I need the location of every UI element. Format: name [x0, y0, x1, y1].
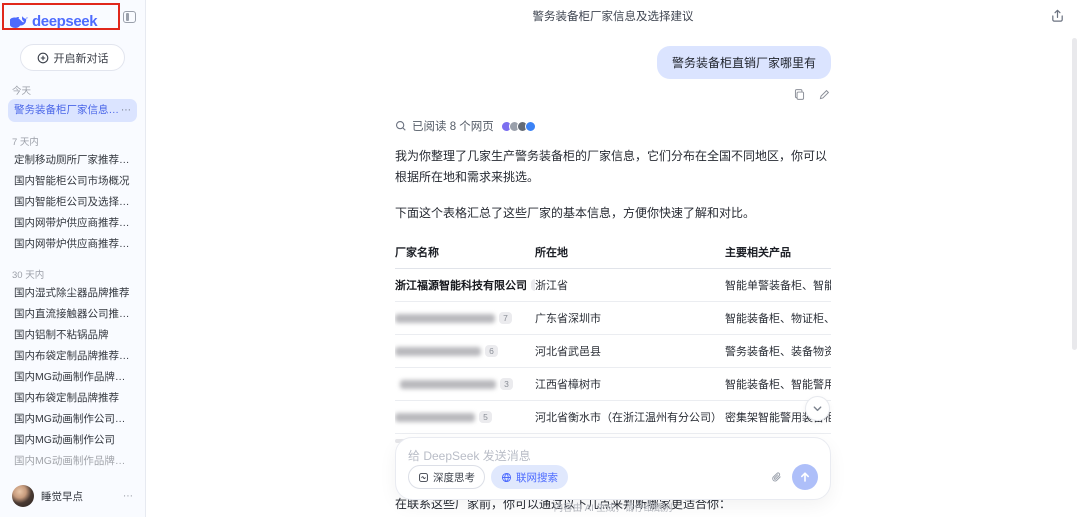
globe-icon	[501, 472, 512, 483]
vendor-products: 警务装备柜、装备物资柜等	[725, 335, 831, 368]
chevron-down-icon	[812, 403, 823, 414]
vendor-name: 浙江福源智能科技有限公司	[395, 280, 527, 292]
redacted-vendor-name	[395, 347, 481, 356]
deepseek-whale-icon[interactable]	[10, 14, 29, 29]
history-item[interactable]: 国内铝制不粘锅品牌	[8, 325, 137, 346]
history-item[interactable]: 国内布袋定制品牌推荐及选择指南	[8, 346, 137, 367]
history-section-label: 7 天内	[12, 134, 133, 148]
new-chat-button[interactable]: 开启新对话	[20, 44, 125, 71]
history-item-label: 警务装备柜厂家信息及选择建议	[14, 99, 119, 122]
vendor-location: 浙江省	[535, 269, 725, 302]
column-header: 主要相关产品	[725, 236, 831, 269]
column-header: 所在地	[535, 236, 725, 269]
profile-name: 睡觉早点	[41, 489, 116, 504]
deep-think-icon	[418, 472, 429, 483]
history-item[interactable]: 国内MG动画制作公司	[8, 430, 137, 451]
deep-think-button[interactable]: 深度思考	[408, 465, 485, 489]
assistant-paragraph: 下面这个表格汇总了这些厂家的基本信息，方便你快速了解和对比。	[395, 203, 831, 224]
history-item[interactable]: 定制移动厕所厂家推荐及选择建议	[8, 150, 137, 171]
paperclip-icon[interactable]	[770, 471, 783, 484]
table-header-row: 厂家名称 所在地 主要相关产品	[395, 236, 831, 269]
scroll-to-bottom-button[interactable]	[805, 396, 830, 421]
history-item[interactable]: 国内MG动画制作品牌推荐	[8, 367, 137, 388]
history-item[interactable]: 国内网带炉供应商推荐及选择指南	[8, 234, 137, 255]
sources-read-row[interactable]: 已阅读 8 个网页	[395, 118, 831, 134]
chat-history-list: 今天 警务装备柜厂家信息及选择建议 ⋯ 7 天内 定制移动厕所厂家推荐及选择建议…	[0, 83, 145, 472]
read-status-text: 已阅读 8 个网页	[412, 118, 494, 134]
history-item[interactable]: 国内湿式除尘器品牌推荐	[8, 283, 137, 304]
deepseek-app: deepseek 开启新对话 今天 警务装备柜厂家信息及选择建议 ⋯ 7 天内 …	[0, 0, 1080, 517]
main-area: 警务装备柜厂家信息及选择建议 警务装备柜直销厂家哪里有	[146, 0, 1080, 517]
topbar: 警务装备柜厂家信息及选择建议	[146, 0, 1080, 34]
vendor-table-wrapper: 厂家名称 所在地 主要相关产品 浙江福源智能科技有限公司1 浙江省 智能单警装备…	[395, 236, 831, 434]
composer: 深度思考 联网搜索	[395, 437, 831, 500]
send-button[interactable]	[792, 464, 818, 490]
history-item[interactable]: 国内布袋定制品牌推荐	[8, 388, 137, 409]
page-vertical-scrollbar[interactable]	[1072, 38, 1077, 350]
vendor-products: 智能单警装备柜、智能卷宗柜、物证柜等	[725, 269, 831, 302]
user-profile[interactable]: 睡觉早点 ⋯	[0, 475, 145, 517]
history-item[interactable]: 国内智能柜公司市场概况	[8, 171, 137, 192]
table-row: 7 广东省深圳市 智能装备柜、物证柜、智能储物柜等	[395, 302, 831, 335]
vendor-location: 河北省衡水市（在浙江温州有分公司）	[535, 401, 725, 434]
more-icon[interactable]: ⋯	[123, 491, 133, 502]
table-row: 3 江西省樟树市 智能装备柜、智能警用装备柜等	[395, 368, 831, 401]
sidebar: deepseek 开启新对话 今天 警务装备柜厂家信息及选择建议 ⋯ 7 天内 …	[0, 0, 146, 517]
history-section-label: 30 天内	[12, 267, 133, 281]
user-message-bubble: 警务装备柜直销厂家哪里有	[657, 46, 831, 79]
circle-plus-icon	[37, 52, 49, 64]
web-search-label: 联网搜索	[516, 470, 558, 485]
assistant-paragraph: 我为你整理了几家生产警务装备柜的厂家信息，它们分布在全国不同地区，你可以根据所在…	[395, 146, 831, 189]
column-header: 厂家名称	[395, 236, 535, 269]
table-row: 6 河北省武邑县 警务装备柜、装备物资柜等	[395, 335, 831, 368]
web-search-button[interactable]: 联网搜索	[491, 465, 568, 489]
vendor-products: 智能装备柜、物证柜、智能储物柜等	[725, 302, 831, 335]
history-item[interactable]: 国内智能柜公司及选择指南	[8, 192, 137, 213]
arrow-up-icon	[799, 471, 811, 483]
copy-icon[interactable]	[793, 88, 806, 101]
sidebar-collapse-icon[interactable]	[123, 11, 136, 23]
redacted-vendor-name	[400, 380, 496, 389]
logo-row: deepseek	[0, 0, 145, 34]
edit-icon[interactable]	[818, 88, 831, 101]
table-row: 5 河北省衡水市（在浙江温州有分公司） 密集架智能警用装备柜	[395, 401, 831, 434]
history-item-active[interactable]: 警务装备柜厂家信息及选择建议 ⋯	[8, 99, 137, 122]
ai-disclaimer: 内容由 AI 生成，请仔细甄别	[146, 500, 1080, 514]
redacted-vendor-name	[395, 413, 475, 422]
history-item[interactable]: 国内MG动画制作公司推荐	[8, 409, 137, 430]
history-item[interactable]: 国内MG动画制作品牌推荐	[8, 451, 137, 472]
deep-think-label: 深度思考	[433, 470, 475, 485]
search-icon	[395, 120, 407, 132]
vendor-location: 广东省深圳市	[535, 302, 725, 335]
vendor-table: 厂家名称 所在地 主要相关产品 浙江福源智能科技有限公司1 浙江省 智能单警装备…	[395, 236, 831, 434]
message-actions	[395, 88, 831, 101]
avatar	[12, 485, 34, 507]
more-icon[interactable]: ⋯	[121, 99, 131, 122]
page-title: 警务装备柜厂家信息及选择建议	[146, 0, 1080, 34]
message-input[interactable]	[408, 449, 818, 463]
citation-badge[interactable]: 7	[499, 312, 512, 324]
vendor-location: 江西省樟树市	[535, 368, 725, 401]
deepseek-wordmark: deepseek	[32, 13, 97, 30]
history-section-label: 今天	[12, 83, 133, 97]
source-favicon	[525, 121, 536, 132]
new-chat-label: 开启新对话	[54, 50, 109, 66]
history-item[interactable]: 国内网带炉供应商推荐及选择指南	[8, 213, 137, 234]
source-favicons	[501, 121, 536, 132]
history-item[interactable]: 国内直流接触器公司推荐与选择...	[8, 304, 137, 325]
citation-badge[interactable]: 3	[500, 378, 513, 390]
citation-badge[interactable]: 5	[479, 411, 492, 423]
vendor-location: 河北省武邑县	[535, 335, 725, 368]
share-icon[interactable]	[1050, 8, 1066, 24]
table-row: 浙江福源智能科技有限公司1 浙江省 智能单警装备柜、智能卷宗柜、物证柜等	[395, 269, 831, 302]
redacted-vendor-name	[395, 314, 495, 323]
composer-toolbar: 深度思考 联网搜索	[408, 464, 818, 490]
citation-badge[interactable]: 6	[485, 345, 498, 357]
